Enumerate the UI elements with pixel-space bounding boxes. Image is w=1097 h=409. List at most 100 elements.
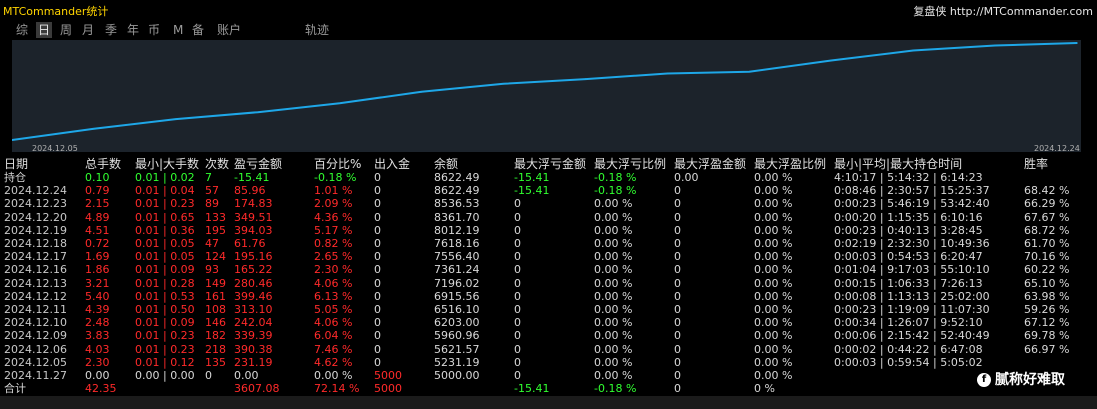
cell-minmax: 0.00 | 0.00 — [135, 368, 195, 382]
tab-4[interactable]: 季 — [103, 22, 119, 38]
cell-win-rate: 65.10 % — [1024, 276, 1070, 290]
cell-lots: 4.03 — [85, 342, 110, 356]
cell-flow: 0 — [374, 289, 381, 303]
cell-balance: 5231.19 — [434, 355, 480, 369]
cell-max-float-profit: 0 — [674, 237, 681, 251]
tab-2[interactable]: 周 — [58, 22, 74, 38]
cell-flow: 0 — [374, 342, 381, 356]
cell-flow: 0 — [374, 250, 381, 264]
cell-pct: 2.30 % — [314, 263, 353, 277]
table-row[interactable]: 2024.12.17 1.69 0.01 | 0.05 124 195.16 2.65 %… — [4, 250, 1097, 263]
cell-flow: 0 — [374, 197, 381, 211]
cell-date: 2024.12.09 — [4, 329, 67, 343]
cell-pnl: 394.03 — [234, 223, 273, 237]
cell-max-float-profit-pct: 0.00 % — [754, 276, 793, 290]
table-row[interactable]: 2024.12.24 0.79 0.01 | 0.04 57 85.96 1.01 % 0 8… — [4, 184, 1097, 197]
cell-pnl: 399.46 — [234, 289, 273, 303]
cell-minmax: 0.01 | 0.28 — [135, 276, 195, 290]
tab-1[interactable]: 日 — [36, 22, 53, 38]
column-header[interactable]: 次数 — [205, 157, 234, 171]
position-row[interactable]: 持仓 0.10 0.01 | 0.02 7 -15.41 -0.18 % 0 8622.49 -… — [4, 171, 1097, 184]
table-row[interactable]: 2024.12.06 4.03 0.01 | 0.23 218 390.38 7.46 %… — [4, 342, 1097, 356]
cell-balance: 6203.00 — [434, 316, 480, 330]
balance-point — [420, 91, 423, 93]
cell-max-float-profit: 0 — [674, 250, 681, 264]
cell-max-float-loss: 0 — [514, 342, 521, 356]
cell-count: 195 — [205, 223, 226, 237]
tab-5[interactable]: 年 — [125, 22, 141, 38]
cell-max-float-profit: 0 — [674, 197, 681, 211]
tab-0[interactable]: 综 — [14, 22, 30, 38]
tab-6[interactable]: 币 — [146, 22, 162, 38]
column-header[interactable]: 日期 — [4, 157, 85, 171]
tab-8[interactable]: 备 — [190, 22, 206, 38]
brand-link[interactable]: 复盘侠 http://MTCommander.com — [913, 3, 1093, 19]
table-row[interactable]: 2024.12.16 1.86 0.01 | 0.09 93 165.22 2.30 % 0… — [4, 263, 1097, 276]
balance-point — [175, 118, 177, 120]
cell-win-rate: 67.67 % — [1024, 210, 1070, 224]
column-header[interactable]: 总手数 — [85, 157, 135, 171]
table-row[interactable]: 2024.12.10 2.48 0.01 | 0.09 146 242.04 4.06 %… — [4, 316, 1097, 329]
cell-flow: 0 — [374, 184, 381, 198]
column-header[interactable]: 最大浮盈比例 — [754, 157, 834, 171]
table-row[interactable]: 2024.12.11 4.39 0.01 | 0.50 108 313.10 5.05 %… — [4, 303, 1097, 316]
cell-max-float-profit: 0.00 — [674, 171, 699, 185]
cell-win-rate — [1024, 171, 1097, 184]
balance-point — [256, 111, 259, 114]
cell-max-float-profit: 0 — [674, 355, 681, 369]
cell-win-rate: 59.26 % — [1024, 302, 1070, 316]
title-bar: MTCommander统计 复盘侠 http://MTCommander.com — [0, 0, 1097, 20]
column-header[interactable]: 最大浮亏金额 — [514, 157, 594, 171]
cell-max-float-loss: 0 — [514, 355, 521, 369]
tab-10[interactable]: 轨迹 — [303, 22, 331, 38]
table-row[interactable]: 2024.12.19 4.51 0.01 | 0.36 195 394.03 5.17 %… — [4, 224, 1097, 237]
cell-max-float-loss-pct: -0.18 % — [594, 382, 637, 396]
cell-lots: 3.21 — [85, 276, 110, 290]
cell-minmax: 0.01 | 0.12 — [135, 355, 195, 369]
column-header[interactable]: 百分比% — [314, 157, 374, 171]
column-header[interactable]: 出入金 — [374, 157, 434, 171]
table-row[interactable]: 2024.12.12 5.40 0.01 | 0.53 161 399.46 6.13 %… — [4, 290, 1097, 303]
cell-flow: 0 — [374, 355, 381, 369]
table-row[interactable]: 2024.12.09 3.83 0.01 | 0.23 182 339.39 6.04 %… — [4, 329, 1097, 342]
cell-pnl: 390.38 — [234, 342, 273, 356]
cell-max-float-loss-pct: 0.00 % — [594, 237, 633, 251]
cell-max-float-loss: 0 — [514, 302, 521, 316]
cell-win-rate — [1024, 356, 1097, 369]
tab-3[interactable]: 月 — [80, 22, 96, 38]
table-row[interactable]: 2024.12.13 3.21 0.01 | 0.28 149 280.46 4.06 %… — [4, 277, 1097, 290]
table-row[interactable]: 2024.11.27 0.00 0.00 | 0.00 0 0.00 0.00 % 5000… — [4, 369, 1097, 382]
cell-max-float-profit: 0 — [674, 210, 681, 224]
table-row[interactable]: 2024.12.23 2.15 0.01 | 0.23 89 174.83 2.09 % 0… — [4, 197, 1097, 210]
balance-point — [912, 49, 914, 52]
cell-minmax: 0.01 | 0.65 — [135, 210, 195, 224]
balance-point — [1076, 42, 1078, 44]
cell-hold-time: 0:00:23 | 0:40:13 | 3:28:45 — [834, 223, 983, 237]
tab-7[interactable]: M — [171, 22, 185, 38]
table-row[interactable]: 2024.12.20 4.89 0.01 | 0.65 133 349.51 4.36 %… — [4, 211, 1097, 224]
cell-pct: -0.18 % — [314, 171, 357, 185]
column-header[interactable]: 胜率 — [1024, 157, 1097, 171]
cell-count: 93 — [205, 263, 219, 277]
cell-max-float-profit: 0 — [674, 302, 681, 316]
cell-flow: 0 — [374, 316, 381, 330]
cell-lots: 2.15 — [85, 197, 110, 211]
brand-url[interactable]: http://MTCommander.com — [950, 5, 1093, 18]
column-header[interactable]: 最大浮盈金额 — [674, 157, 754, 171]
cell-pnl: 174.83 — [234, 197, 273, 211]
tab-9[interactable]: 账户 — [215, 22, 243, 38]
column-header[interactable]: 盈亏金额 — [234, 157, 314, 171]
balance-point — [338, 102, 341, 105]
cell-minmax: 0.01 | 0.23 — [135, 329, 195, 343]
total-row[interactable]: 合计 42.35 3607.08 72.14 % 5000 -15.41 -0.18 % 0 0… — [4, 382, 1097, 395]
column-header[interactable]: 最小|平均|最大持仓时间 — [834, 157, 1024, 171]
column-header[interactable]: 最小|大手数 — [135, 157, 205, 171]
column-header[interactable]: 最大浮亏比例 — [594, 157, 674, 171]
cell-win-rate: 68.42 % — [1024, 184, 1070, 198]
cell-max-float-loss: 0 — [514, 329, 521, 343]
table-row[interactable]: 2024.12.18 0.72 0.01 | 0.05 47 61.76 0.82 % 0 7… — [4, 237, 1097, 250]
table-row[interactable]: 2024.12.05 2.30 0.01 | 0.12 135 231.19 4.62 %… — [4, 356, 1097, 369]
cell-max-float-loss: 0 — [514, 289, 521, 303]
column-header[interactable]: 余额 — [434, 157, 514, 171]
cell-hold-time: 0:00:03 | 0:54:53 | 6:20:47 — [834, 250, 983, 264]
